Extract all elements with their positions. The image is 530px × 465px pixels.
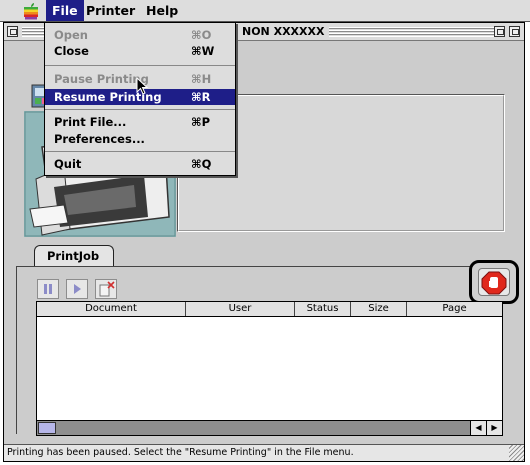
resize-grip-icon[interactable] [509,445,524,461]
pause-button[interactable] [37,279,59,299]
play-icon [74,284,81,294]
scroll-right-arrow-icon[interactable]: ▶ [486,421,502,435]
table-header: Document User Status Size Page [37,302,502,317]
collapse-box-icon[interactable] [509,26,520,37]
stop-button[interactable] [478,268,510,296]
close-box-icon[interactable] [7,26,18,37]
column-document[interactable]: Document [37,302,186,316]
menu-item-quit[interactable]: Quit ⌘Q [45,156,235,172]
menu-bar: File Printer Help [0,0,530,22]
menu-file[interactable]: File [46,0,84,21]
scroll-left-arrow-icon[interactable]: ◀ [470,421,486,435]
menu-help[interactable]: Help [140,0,184,21]
menu-item-print-file[interactable]: Print File... ⌘P [45,114,235,130]
status-message: Printing has been paused. Select the "Re… [7,447,354,458]
delete-job-button[interactable] [95,279,117,299]
menu-printer[interactable]: Printer [80,0,141,21]
menu-item-close[interactable]: Close ⌘W [45,43,235,59]
column-status[interactable]: Status [295,302,351,316]
zoom-box-icon[interactable] [494,26,505,37]
status-bar: Printing has been paused. Select the "Re… [4,444,524,461]
column-page[interactable]: Page [407,302,502,316]
menu-item-preferences[interactable]: Preferences... [45,131,235,147]
titlebar-stripes-right [329,27,494,37]
menu-item-open: Open ⌘O [54,28,212,42]
column-user[interactable]: User [186,302,295,316]
scroll-thumb[interactable] [38,422,56,434]
menu-separator [45,65,235,66]
pause-icon [44,284,52,294]
window-title: NON XXXXXX [237,24,330,40]
apple-menu-icon[interactable] [22,2,40,20]
resume-button[interactable] [66,279,88,299]
column-size[interactable]: Size [351,302,407,316]
horizontal-scrollbar[interactable]: ◀ ▶ [37,420,502,435]
menu-separator [45,109,235,110]
stop-button-highlight [469,260,519,304]
mouse-cursor-icon [136,77,149,95]
stop-hand-icon [481,271,507,295]
print-job-table[interactable]: Document User Status Size Page ◀ ▶ [36,301,503,436]
delete-document-icon [99,281,115,297]
menu-separator [45,151,235,152]
file-menu-dropdown: Open ⌘O Close ⌘W Pause Printing ⌘H Resume P… [44,22,236,176]
tab-printjob[interactable]: PrintJob [34,245,115,267]
